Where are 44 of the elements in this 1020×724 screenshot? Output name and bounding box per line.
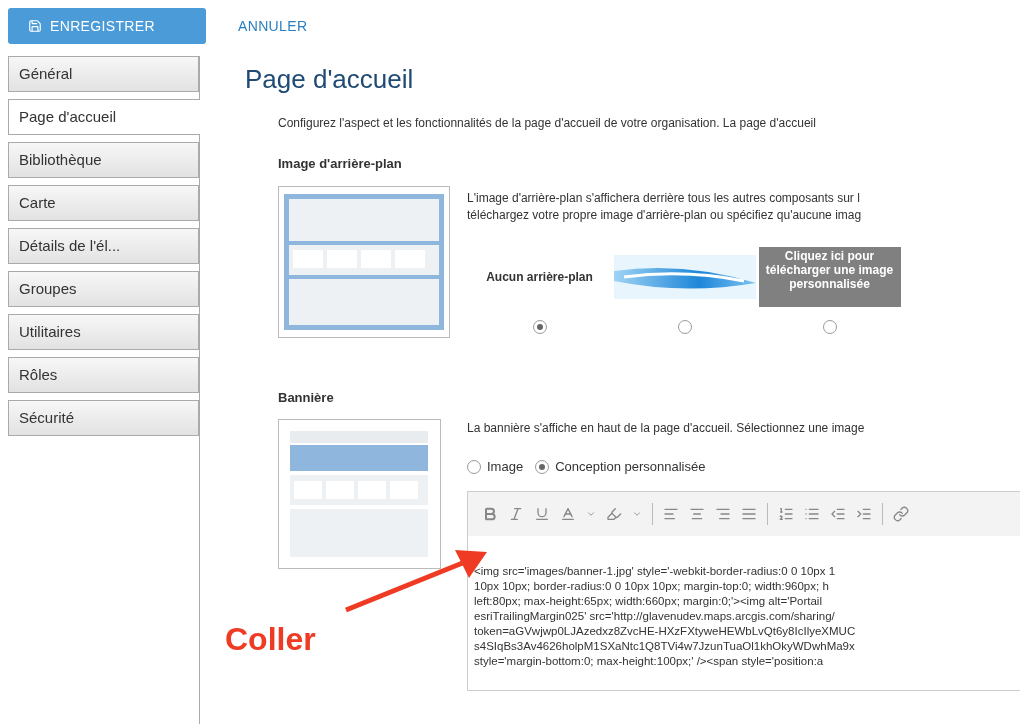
upload-image-button[interactable]: Cliquez ici pour télécharger une image personnalisée [758,246,901,307]
link-icon [893,505,909,522]
page-title: Page d'accueil [245,63,415,96]
option-label: Aucun arrière-plan [486,268,593,286]
save-icon [28,19,42,33]
code-line: left:80px; max-height:65px; width:660px; margin:0;'><img alt='Portail [474,593,823,609]
sidebar-tab[interactable]: Sécurité [8,400,199,436]
underline-icon [534,505,550,522]
code-line: s4SIqBs3Av4626holpM1SXaNtc1Q8TVi4w7JzunTuaOl1khOkyWDwhMa9x [474,638,856,654]
section-title: Image d'arrière-plan [278,155,403,173]
italic-icon [508,505,524,522]
html-editor[interactable] [467,490,1020,691]
numbered-list-icon [778,505,794,522]
intro-text: Configurez l'aspect et les fonctionnalités de la page d'accueil de votre organisation. La page d'accueil [278,115,817,132]
sidebar-tab[interactable]: Utilitaires [8,314,199,350]
radio-label: Image [487,458,524,476]
highlighter-icon [606,505,622,522]
radio-button[interactable] [467,459,481,474]
sidebar-tab[interactable]: Bibliothèque [8,142,199,178]
sidebar-tab[interactable]: Carte [8,185,199,221]
sidebar-tab[interactable]: Rôles [8,357,199,393]
sidebar-tab[interactable]: Général [8,56,199,92]
radio-button[interactable] [822,319,837,334]
radio-button[interactable] [535,459,550,474]
description-text: L'image d'arrière-plan s'affichera derrière tous les autres composants sur l [467,189,861,207]
swoosh-image[interactable] [613,254,756,299]
sidebar-tab[interactable]: Détails de l'él... [8,228,199,264]
radio-button[interactable] [532,319,547,334]
code-line: token=aGVwjwp0LJAzedxz8ZvcHE-HXzFXtyweHEWbLvQt6y8IcIlyeXMUC [474,623,857,639]
sidebar-tab[interactable]: Page d'accueil [8,99,200,135]
sidebar-tab[interactable]: Groupes [8,271,199,307]
cancel-link[interactable]: ANNULER [238,15,308,37]
radio-button[interactable] [677,319,692,334]
description-text: téléchargez votre propre image d'arrière-plan ou spécifiez qu'aucune imag [467,206,863,224]
bold-icon [482,505,498,522]
code-line: 10px 10px; border-radius:0 0 10px 10px; margin-top:0; width:960px; h [474,578,830,594]
section-title: Bannière [278,388,335,407]
code-line: style='margin-bottom:0; max-height:100px;' /><span style='position:a [474,653,825,669]
code-line: esriTrailingMargin025' src='http://glavenudev.maps.arcgis.com/sharing/ [474,608,836,624]
code-line: <img src='images/banner-1.jpg' style='-webkit-border-radius:0 0 10px 1 [474,563,837,579]
radio-label: Conception personnalisée [555,458,706,476]
description-text: La bannière s'affiche en haut de la page d'accueil. Sélectionnez une image [467,420,866,437]
text-color-icon [560,505,576,522]
annotation-label: Coller [225,620,316,659]
